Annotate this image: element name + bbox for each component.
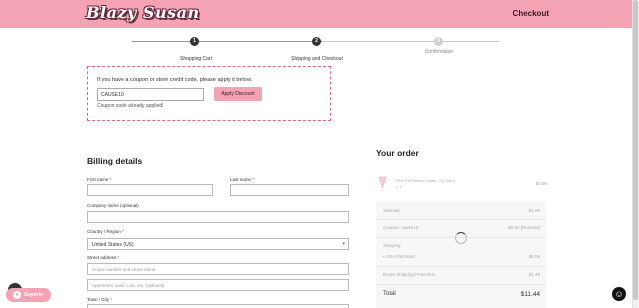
country-select[interactable]: United States (US) ▾ <box>87 238 349 250</box>
divider <box>376 284 546 285</box>
support-label: Soporte <box>24 292 43 298</box>
scrollbar[interactable] <box>632 0 639 308</box>
step-3-dot: 3 <box>434 37 443 46</box>
billing-title: Billing details <box>87 156 143 166</box>
last-name-label: Last name * <box>230 177 254 182</box>
order-item-qty: × 1 <box>396 184 402 189</box>
step-2-label[interactable]: Shipping and Checkout <box>290 56 344 62</box>
order-item-price: $4.99 <box>535 181 547 186</box>
divider <box>376 266 546 267</box>
header-checkout-link[interactable]: Checkout <box>513 9 549 18</box>
subtotal-label: Subtotal <box>383 208 400 213</box>
required-mark: * <box>109 177 112 182</box>
town-label-text: Town / City <box>87 297 110 302</box>
protection-value: $1.49 <box>528 272 540 277</box>
order-summary-table: Subtotal $4.99 Coupon: cause10 -$0.50 [R… <box>376 201 546 308</box>
first-name-label-text: First name <box>87 177 109 182</box>
street-input[interactable]: House number and street name <box>87 263 349 275</box>
street-label: Street address * <box>87 255 119 260</box>
country-label: Country / Region * <box>87 229 124 234</box>
support-button[interactable]: ● Soporte <box>6 288 51 302</box>
coupon-label: Coupon: cause10 <box>383 225 419 230</box>
required-mark: * <box>122 229 124 234</box>
required-mark: * <box>117 255 120 260</box>
step-2-dot: 2 <box>312 37 321 46</box>
total-label: Total <box>383 291 396 297</box>
radio-icon[interactable]: • <box>383 254 385 259</box>
divider <box>376 219 546 220</box>
shipping-method-row[interactable]: • USA Flat Rate: $5.06 <box>383 254 540 259</box>
site-header: Blazy Susan Checkout <box>0 0 632 28</box>
checkout-page: Blazy Susan Checkout 1 2 3 Shopping Cart… <box>0 0 639 308</box>
protection-row: Route Shipping Protection $1.49 <box>383 272 540 277</box>
subtotal-value: $4.99 <box>528 208 540 213</box>
street-label-text: Street address <box>87 255 117 260</box>
step-1-dot: 1 <box>190 37 199 46</box>
coupon-row: Coupon: cause10 -$0.50 [Remove] <box>383 225 540 230</box>
subtotal-row: Subtotal $4.99 <box>383 208 540 213</box>
last-name-label-text: Last name <box>230 177 252 182</box>
shipping-label: Shipping <box>383 243 401 248</box>
first-name-label: First name * <box>87 177 111 182</box>
support-icon: ● <box>13 291 21 299</box>
scrollbar-thumb[interactable] <box>633 0 638 300</box>
order-title: Your order <box>376 148 419 158</box>
country-label-text: Country / Region <box>87 229 121 234</box>
apply-discount-button[interactable]: Apply Discount <box>214 87 262 101</box>
town-label: Town / City * <box>87 297 112 302</box>
coupon-prompt: If you have a coupon or store credit cod… <box>97 77 253 83</box>
product-thumbnail <box>378 176 387 189</box>
accessibility-icon[interactable]: ☺ <box>612 287 626 301</box>
steps-line-todo <box>322 41 500 42</box>
site-logo[interactable]: Blazy Susan <box>86 3 200 22</box>
country-value: United States (US) <box>92 242 134 248</box>
loading-spinner-icon <box>455 232 467 244</box>
protection-label: Route Shipping Protection <box>383 272 436 277</box>
required-mark: * <box>252 177 255 182</box>
chevron-down-icon: ▾ <box>342 241 345 247</box>
total-value: $11.44 <box>520 291 540 298</box>
company-input[interactable] <box>87 211 349 223</box>
required-mark: * <box>110 297 113 302</box>
step-1-label[interactable]: Shopping Cart <box>180 56 212 62</box>
apartment-input[interactable]: Apartment, suite, unit, etc. (optional) <box>87 279 349 291</box>
coupon-box: If you have a coupon or store credit cod… <box>87 66 331 121</box>
company-label: Company name (optional) <box>87 203 139 208</box>
order-item-name: Pink Pre Rolled Cones – 6 Count <box>396 178 455 183</box>
last-name-input[interactable] <box>230 184 349 196</box>
shipping-method: USA Flat Rate: <box>385 254 416 259</box>
coupon-message: Coupon code already applied! <box>97 103 164 109</box>
coupon-input[interactable] <box>97 88 204 101</box>
coupon-remove-link[interactable]: -$0.50 [Remove] <box>507 225 540 230</box>
first-name-input[interactable] <box>87 184 213 196</box>
step-3-label: Confirmation <box>424 49 454 55</box>
shipping-value: $5.06 <box>528 254 540 259</box>
total-row: Total $11.44 <box>383 291 540 298</box>
steps-line-done <box>132 41 322 42</box>
town-input[interactable] <box>87 304 349 308</box>
